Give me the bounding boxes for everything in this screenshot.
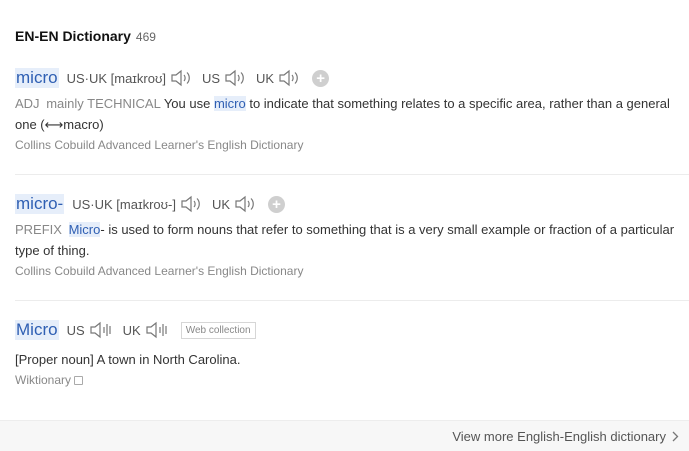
source-name: Collins Cobuild Advanced Learner's Engli… bbox=[15, 138, 304, 152]
plus-icon[interactable]: + bbox=[268, 195, 286, 213]
definition-text: You use bbox=[163, 96, 214, 111]
region-us-label: US bbox=[66, 322, 85, 338]
result-count: 469 bbox=[135, 30, 156, 44]
speaker-icon[interactable] bbox=[224, 69, 248, 87]
definition: ADJ mainly TECHNICAL You use micro to ind… bbox=[15, 93, 675, 135]
entry-micro: micro US·UK [maɪkroʊ] US UK + ADJ mainly… bbox=[15, 66, 689, 152]
region-us-label: US bbox=[201, 70, 221, 86]
highlighted-term: micro bbox=[213, 96, 246, 111]
source-label: Wiktionary bbox=[15, 373, 689, 387]
definition-text: - is used to form nouns that refer to so… bbox=[15, 222, 675, 258]
highlighted-term: Micro bbox=[68, 222, 101, 237]
source-label: Collins Cobuild Advanced Learner's Engli… bbox=[15, 264, 689, 278]
speaker-icon[interactable] bbox=[234, 195, 258, 213]
pronunciation: US·UK [maɪkroʊ] bbox=[66, 70, 166, 86]
divider bbox=[15, 300, 689, 301]
footer-bar: View more English-English dictionary bbox=[0, 420, 689, 451]
region-uk-label: UK bbox=[211, 196, 231, 212]
grammar-note: mainly TECHNICAL bbox=[46, 96, 161, 111]
view-more-link[interactable]: View more English-English dictionary bbox=[452, 429, 679, 444]
headword[interactable]: Micro bbox=[15, 320, 59, 340]
entry-micro-proper: Micro US UK Web collection [Proper noun]… bbox=[15, 318, 689, 387]
view-more-label: View more English-English dictionary bbox=[452, 429, 666, 444]
entry-head: Micro US UK Web collection bbox=[15, 318, 689, 342]
divider bbox=[15, 174, 689, 175]
headword[interactable]: micro- bbox=[15, 194, 65, 214]
pronunciation: US·UK [maɪkroʊ-] bbox=[72, 196, 176, 212]
dictionary-header: EN-EN Dictionary 469 bbox=[15, 28, 156, 44]
chevron-right-icon bbox=[672, 431, 679, 442]
source-name: Collins Cobuild Advanced Learner's Engli… bbox=[15, 264, 304, 278]
definition-text: [Proper noun] A town in North Carolina. bbox=[15, 352, 241, 367]
web-collection-badge[interactable]: Web collection bbox=[180, 321, 256, 339]
entry-head: micro- US·UK [maɪkroʊ-] UK + bbox=[15, 192, 689, 216]
region-uk-label: UK bbox=[122, 322, 141, 338]
waveform-icon[interactable] bbox=[145, 321, 171, 339]
speaker-icon[interactable] bbox=[180, 195, 204, 213]
waveform-icon[interactable] bbox=[89, 321, 115, 339]
plus-icon[interactable]: + bbox=[312, 69, 330, 87]
entry-micro-prefix: micro- US·UK [maɪkroʊ-] UK + PREFIX Micr… bbox=[15, 192, 689, 278]
entry-head: micro US·UK [maɪkroʊ] US UK + bbox=[15, 66, 689, 90]
region-uk-label: UK bbox=[256, 70, 275, 86]
part-of-speech: ADJ bbox=[15, 96, 40, 111]
source-label: Collins Cobuild Advanced Learner's Engli… bbox=[15, 138, 689, 152]
speaker-icon[interactable] bbox=[170, 69, 194, 87]
dictionary-title: EN-EN Dictionary bbox=[15, 28, 131, 44]
definition: [Proper noun] A town in North Carolina. bbox=[15, 349, 675, 370]
source-name[interactable]: Wiktionary bbox=[15, 373, 71, 387]
external-link-icon[interactable] bbox=[74, 375, 84, 385]
part-of-speech: PREFIX bbox=[15, 222, 62, 237]
definition: PREFIX Micro- is used to form nouns that… bbox=[15, 219, 675, 261]
speaker-icon[interactable] bbox=[278, 69, 302, 87]
headword[interactable]: micro bbox=[15, 68, 59, 88]
